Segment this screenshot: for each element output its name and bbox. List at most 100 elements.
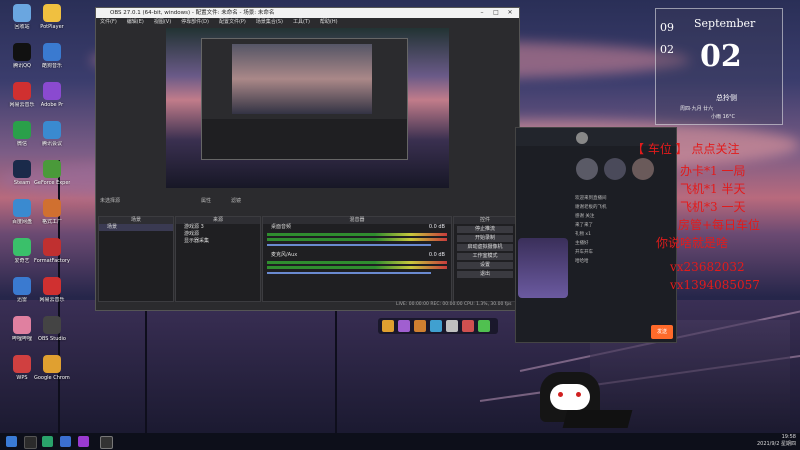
desktop-icon-label: 酷狗音乐 <box>41 63 62 69</box>
volume-slider[interactable] <box>267 272 431 274</box>
obs-preview[interactable] <box>166 28 449 188</box>
desktop-icon[interactable]: 酷狗音乐 <box>34 43 70 69</box>
minimize-icon[interactable]: – <box>475 8 489 18</box>
overlay-text: vx23682032 <box>670 260 745 274</box>
maximize-icon[interactable]: □ <box>489 8 503 18</box>
app-icon <box>13 4 31 22</box>
control-button[interactable]: 启动虚拟摄像机 <box>457 244 513 251</box>
desktop-icon-label: GeForce Experience <box>34 180 70 186</box>
game-icon[interactable] <box>414 320 426 332</box>
calendar-event: 总拎侧 <box>716 94 737 102</box>
chat-message: 谢谢老板的飞机 <box>575 205 607 210</box>
control-button[interactable]: 停止推流 <box>457 226 513 233</box>
start-icon[interactable] <box>6 436 17 447</box>
avatar[interactable] <box>632 158 654 180</box>
desktop-icon[interactable]: FormatFactory <box>34 238 70 264</box>
chat-message: 哈哈哈 <box>575 259 589 264</box>
menu-item[interactable]: 工具(T) <box>293 18 310 26</box>
desktop-icon[interactable]: PotPlayer <box>34 4 70 30</box>
desktop-icon[interactable]: OBS Studio <box>34 316 70 342</box>
game-dock <box>378 318 498 334</box>
filters-button[interactable]: 滤镜 <box>231 197 241 206</box>
volume-slider[interactable] <box>267 244 431 246</box>
desktop-icon[interactable]: 格式工厂 <box>34 199 70 225</box>
controls-dock: 控件 停止推流 开始录制 启动虚拟摄像机 工作室模式 设置 退出 <box>453 216 517 302</box>
keyboard-image <box>562 410 633 428</box>
menu-item[interactable]: 配置文件(P) <box>219 18 246 26</box>
game-icon[interactable] <box>446 320 458 332</box>
menu-item[interactable]: 帮助(H) <box>320 18 338 26</box>
control-button[interactable]: 退出 <box>457 271 513 278</box>
desktop-icon-label: Adobe Pr <box>40 102 64 108</box>
app-icon <box>43 199 61 217</box>
app-icon <box>43 160 61 178</box>
overlay-text: 【 车位 】 点点关注 <box>632 142 740 156</box>
game-icon[interactable] <box>478 320 490 332</box>
obs-window[interactable]: OBS 27.0.1 (64-bit, windows) - 配置文件: 未命名… <box>95 7 520 311</box>
mixer-track: 桌面音频 0.0 dB <box>263 224 451 252</box>
mixer-db: 0.0 dB <box>428 224 445 230</box>
desktop-icon[interactable]: Adobe Pr <box>34 82 70 108</box>
game-icon[interactable] <box>382 320 394 332</box>
app-icon <box>13 199 31 217</box>
game-icon[interactable] <box>398 320 410 332</box>
source-item[interactable]: 显示器采集 <box>176 238 260 245</box>
menu-item[interactable]: 场景集合(S) <box>256 18 283 26</box>
app-icon <box>13 316 31 334</box>
overlay-text: 你说啥就是啥 <box>656 236 729 250</box>
obs-taskbar-icon[interactable] <box>100 436 113 449</box>
obs-titlebar[interactable]: OBS 27.0.1 (64-bit, windows) - 配置文件: 未命名… <box>96 8 519 18</box>
app-icon[interactable] <box>42 436 53 447</box>
calendar-small-month: 02 <box>660 43 674 56</box>
scenes-header: 场景 <box>99 217 173 224</box>
app-icon <box>43 316 61 334</box>
send-button[interactable]: 发送 <box>651 325 673 339</box>
app-icon <box>13 355 31 373</box>
overlay-text: vx1394085057 <box>670 278 760 292</box>
menu-item[interactable]: 停靠部件(D) <box>181 18 209 26</box>
overlay-text: 房管+每日车位 <box>678 218 761 232</box>
game-icon[interactable] <box>462 320 474 332</box>
app-icon <box>13 160 31 178</box>
desktop-icon[interactable]: 网易云音乐 <box>34 277 70 303</box>
properties-button[interactable]: 属性 <box>201 197 211 206</box>
mixer-db: 0.0 dB <box>428 252 445 258</box>
avatar[interactable] <box>576 158 598 180</box>
avatar[interactable] <box>576 132 588 144</box>
overlay-text: 办卡*1 一局 <box>680 164 746 178</box>
obs-menubar: 文件(F) 编辑(E) 视图(V) 停靠部件(D) 配置文件(P) 场景集合(S) 工具(T… <box>96 18 519 26</box>
desktop-icon[interactable]: 腾讯会议 <box>34 121 70 147</box>
game-icon[interactable] <box>430 320 442 332</box>
app-icon[interactable] <box>78 436 89 447</box>
app-icon <box>43 4 61 22</box>
app-icon[interactable] <box>60 436 71 447</box>
desktop-icon[interactable]: Google Chrome <box>34 355 70 381</box>
scene-item[interactable]: 场景 <box>99 224 173 231</box>
control-button[interactable]: 工作室模式 <box>457 253 513 260</box>
app-icon <box>43 43 61 61</box>
clock[interactable]: 19:58 2021/9/2 星期四 <box>757 434 796 448</box>
calendar-weather: 小雨 16°C <box>711 114 735 120</box>
live-chat-window[interactable]: 欢迎来到直播间 谢谢老板的飞机 感谢 关注 来了来了 礼物 x1 主播好 开车开车 哈哈哈 发… <box>515 127 677 343</box>
source-item[interactable]: 游戏源 3 <box>176 224 260 231</box>
menu-item[interactable]: 视图(V) <box>154 18 171 26</box>
close-icon[interactable]: ✕ <box>503 8 517 18</box>
calendar-big-day: 02 <box>700 39 742 74</box>
app-icon <box>13 121 31 139</box>
overlay-text: 飞机*3 一天 <box>680 200 746 214</box>
avatar[interactable] <box>604 158 626 180</box>
source-item[interactable]: 游戏源 <box>176 231 260 238</box>
app-icon <box>43 355 61 373</box>
control-button[interactable]: 设置 <box>457 262 513 269</box>
volume-meter <box>267 238 447 241</box>
desktop-icon-label: 腾讯会议 <box>41 141 62 147</box>
mixer-header: 混音器 <box>263 217 451 224</box>
menu-item[interactable]: 编辑(E) <box>127 18 144 26</box>
desktop-icon[interactable]: GeForce Experience <box>34 160 70 186</box>
chat-message: 感谢 关注 <box>575 214 595 219</box>
volume-meter <box>267 266 447 269</box>
menu-item[interactable]: 文件(F) <box>100 18 117 26</box>
scenes-dock: 场景 场景 <box>98 216 174 302</box>
search-icon[interactable] <box>24 436 37 449</box>
control-button[interactable]: 开始录制 <box>457 235 513 242</box>
